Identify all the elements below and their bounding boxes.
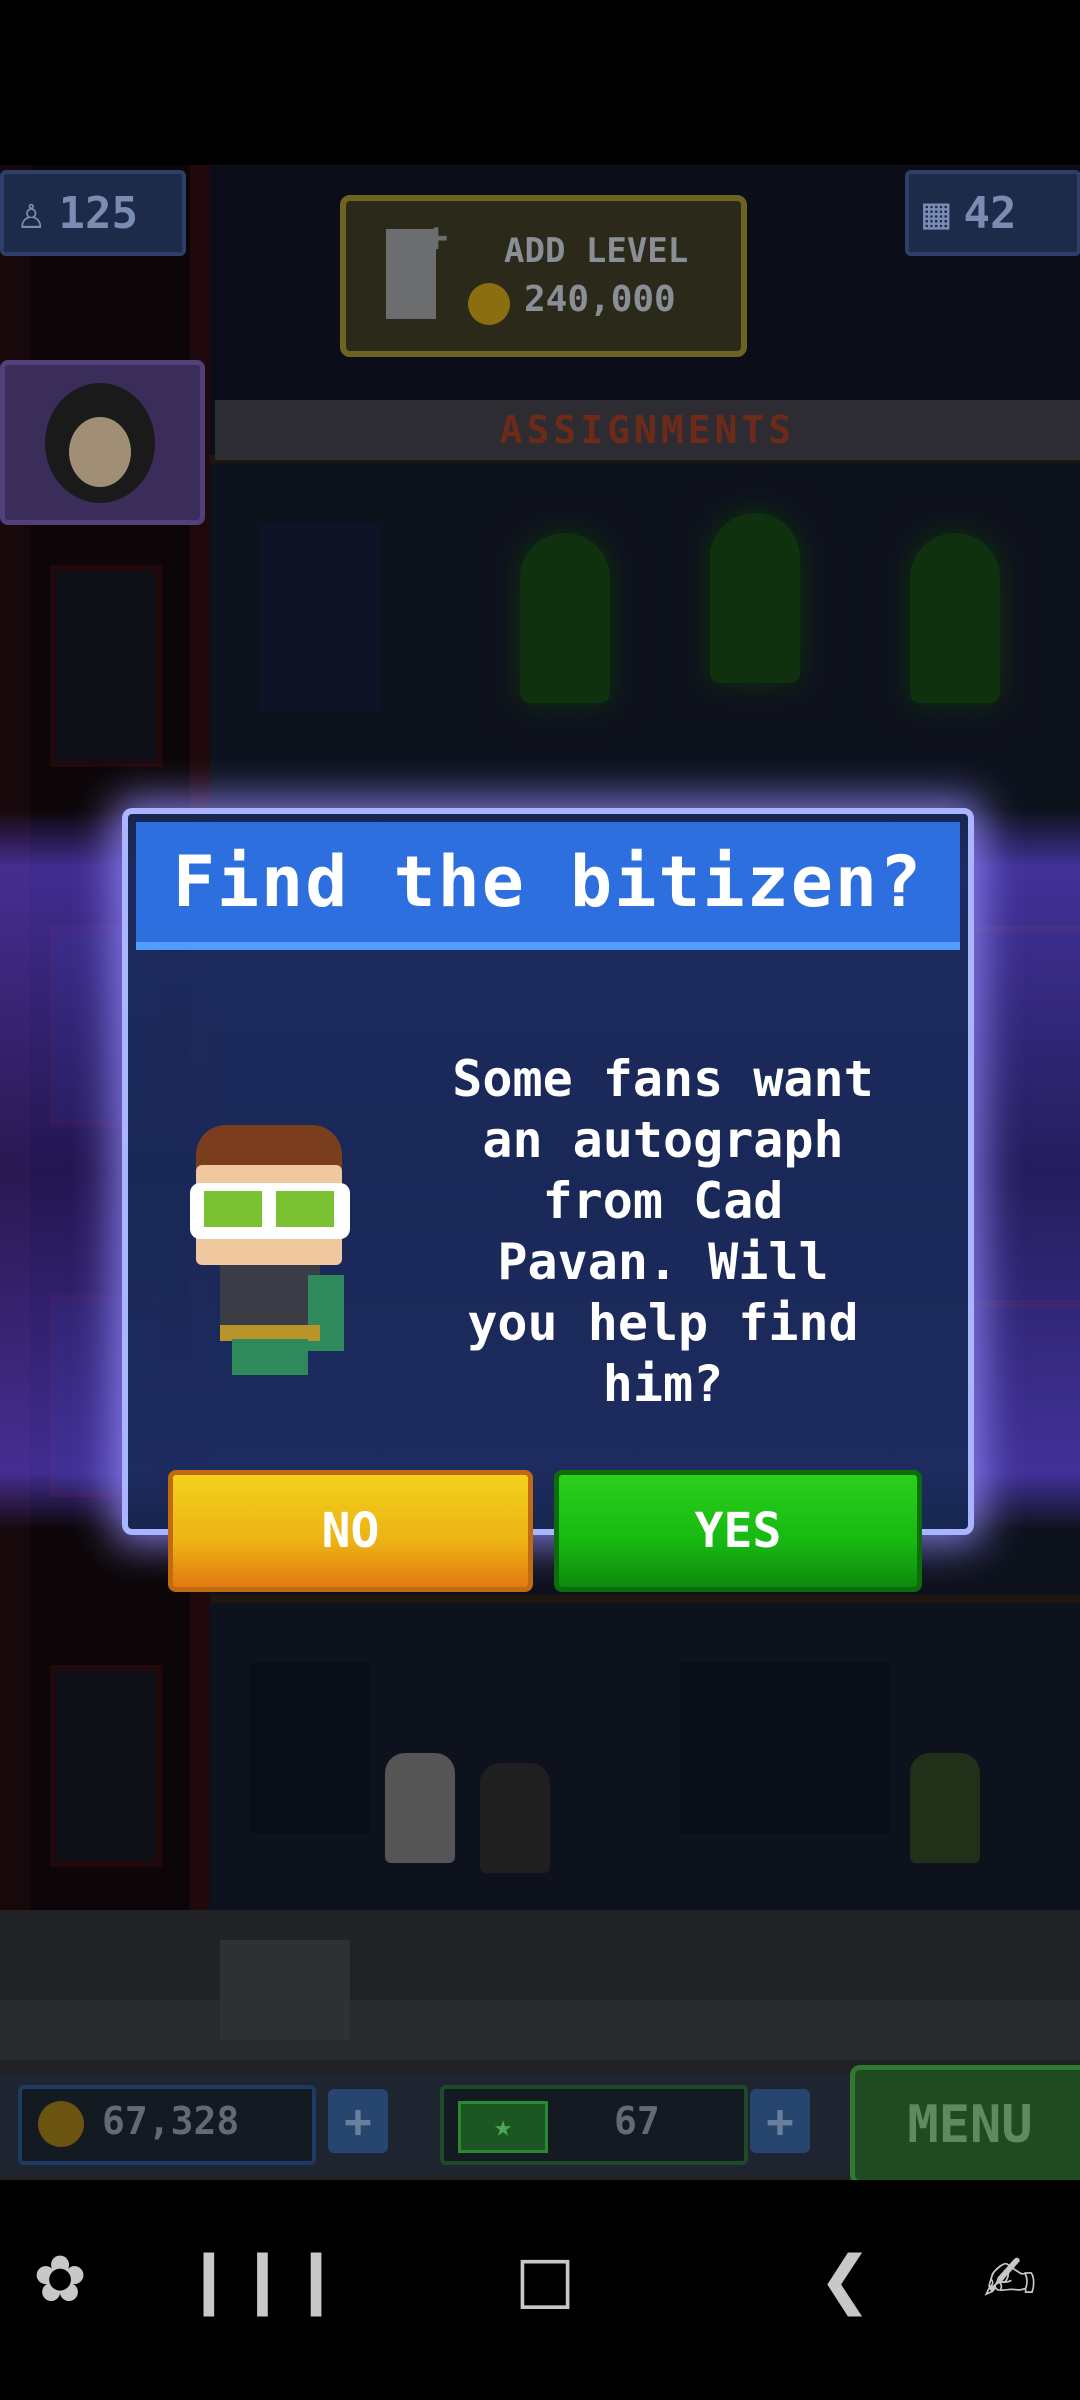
back-icon[interactable]: ❮	[785, 2220, 905, 2340]
dialog-title: Find the bitizen?	[172, 841, 924, 923]
game-launcher-icon[interactable]: ✿	[0, 2220, 120, 2340]
plus-icon: +	[424, 215, 449, 261]
add-level-label: ADD LEVEL	[504, 231, 689, 271]
sunglasses	[190, 1183, 350, 1239]
menu-button[interactable]: MENU	[850, 2065, 1080, 2185]
navigation-bar: ✿ ❙❙❙ □ ❮ ✍	[0, 2180, 1080, 2400]
buy-coins-button[interactable]: +	[328, 2089, 388, 2153]
status-bar	[0, 0, 1080, 165]
coin-icon	[468, 283, 510, 325]
assignments-label: ASSIGNMENTS	[215, 400, 1080, 460]
person-icon: ♙	[18, 187, 45, 239]
coin-icon	[38, 2101, 84, 2147]
avatar	[45, 383, 155, 503]
no-button[interactable]: NO	[168, 1470, 533, 1592]
bux-icon: ★	[458, 2101, 548, 2153]
bitizen-portrait	[190, 1125, 360, 1375]
add-level-cost: 240,000	[524, 279, 676, 320]
add-level-button[interactable]: + ADD LEVEL 240,000	[340, 195, 747, 357]
bottom-hud: 67,328 + ★ 67 + MENU	[0, 2065, 1080, 2185]
notification-avatar[interactable]	[0, 360, 205, 525]
recent-apps-icon[interactable]: ❙❙❙	[182, 2220, 343, 2340]
yes-button[interactable]: YES	[554, 1470, 922, 1592]
coin-balance: 67,328	[18, 2085, 316, 2165]
accessibility-icon[interactable]: ✍	[950, 2220, 1070, 2340]
dialog-header: Find the bitizen?	[136, 822, 960, 950]
population-counter[interactable]: ♙ 125	[0, 170, 186, 256]
home-icon[interactable]: □	[485, 2220, 605, 2340]
floor-counter[interactable]: ▦ 42	[905, 170, 1080, 256]
dialog-message: Some fans want an autograph from Cad Pav…	[452, 1050, 874, 1413]
buy-bux-button[interactable]: +	[750, 2089, 810, 2153]
bux-balance: ★ 67	[440, 2085, 748, 2165]
building-icon: ▦	[923, 187, 950, 239]
